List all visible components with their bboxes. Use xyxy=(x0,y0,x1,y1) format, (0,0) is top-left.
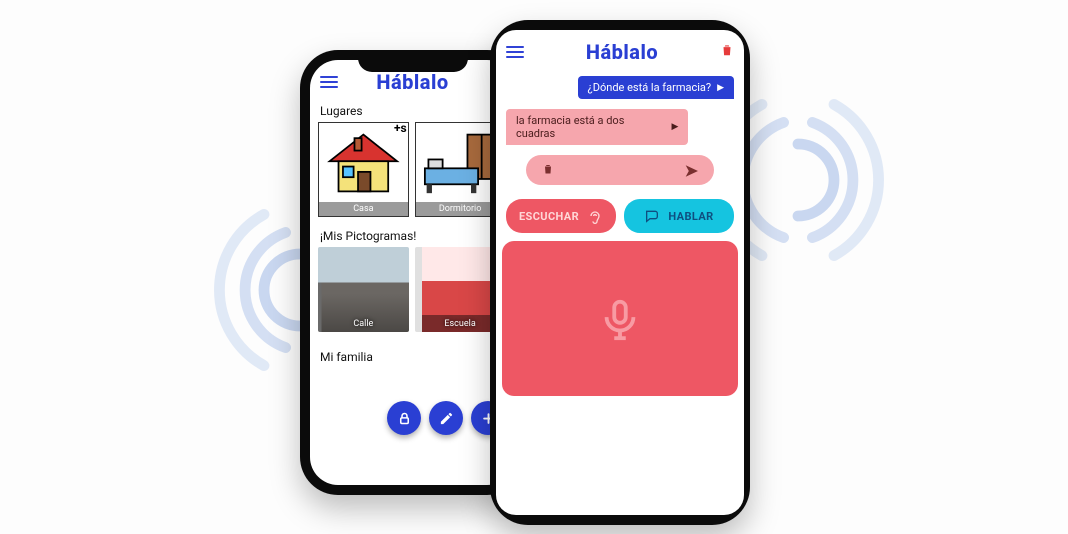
section-pictograms-title: ¡Mis Pictogramas! xyxy=(310,225,515,247)
photo-caption: Calle xyxy=(318,319,409,332)
add-badge: +s xyxy=(391,122,409,135)
microphone-icon xyxy=(597,296,643,342)
send-icon[interactable]: ➤ xyxy=(685,161,698,180)
chat-text: ¿Dónde está la farmacia? xyxy=(588,81,712,94)
mic-panel[interactable] xyxy=(502,241,738,396)
play-icon: ▶ xyxy=(717,83,724,93)
app-title: Háblalo xyxy=(586,40,658,64)
chat-bubble-recv[interactable]: la farmacia está a dos cuadras ▶ xyxy=(506,109,688,145)
section-family-title: Mi familia xyxy=(310,346,515,368)
fab-lock[interactable] xyxy=(387,401,421,435)
talk-label: HABLAR xyxy=(668,210,713,223)
photo-card-calle[interactable]: Calle xyxy=(318,247,409,332)
picto-caption: Casa xyxy=(319,202,408,216)
compose-bar[interactable]: ➤ xyxy=(526,155,714,185)
delete-button[interactable] xyxy=(720,42,734,62)
menu-button[interactable] xyxy=(320,76,338,88)
picto-card-casa[interactable]: +s Casa xyxy=(318,122,409,217)
chat-bubble-sent[interactable]: ¿Dónde está la farmacia? ▶ xyxy=(578,76,734,99)
listen-label: ESCUCHAR xyxy=(519,210,579,223)
talk-button[interactable]: HABLAR xyxy=(624,199,734,233)
trash-icon[interactable] xyxy=(542,161,554,180)
fab-edit[interactable] xyxy=(429,401,463,435)
chat-text: la farmacia está a dos cuadras xyxy=(516,114,665,140)
app-title: Háblalo xyxy=(376,70,448,94)
listen-button[interactable]: ESCUCHAR xyxy=(506,199,616,233)
section-places-title: Lugares xyxy=(310,100,515,122)
phone-right: Háblalo ¿Dónde está la farmacia? ▶ la fa… xyxy=(490,20,750,525)
speech-icon xyxy=(644,208,660,224)
ear-icon xyxy=(587,208,603,224)
menu-button[interactable] xyxy=(506,46,524,58)
play-icon: ▶ xyxy=(671,122,678,132)
